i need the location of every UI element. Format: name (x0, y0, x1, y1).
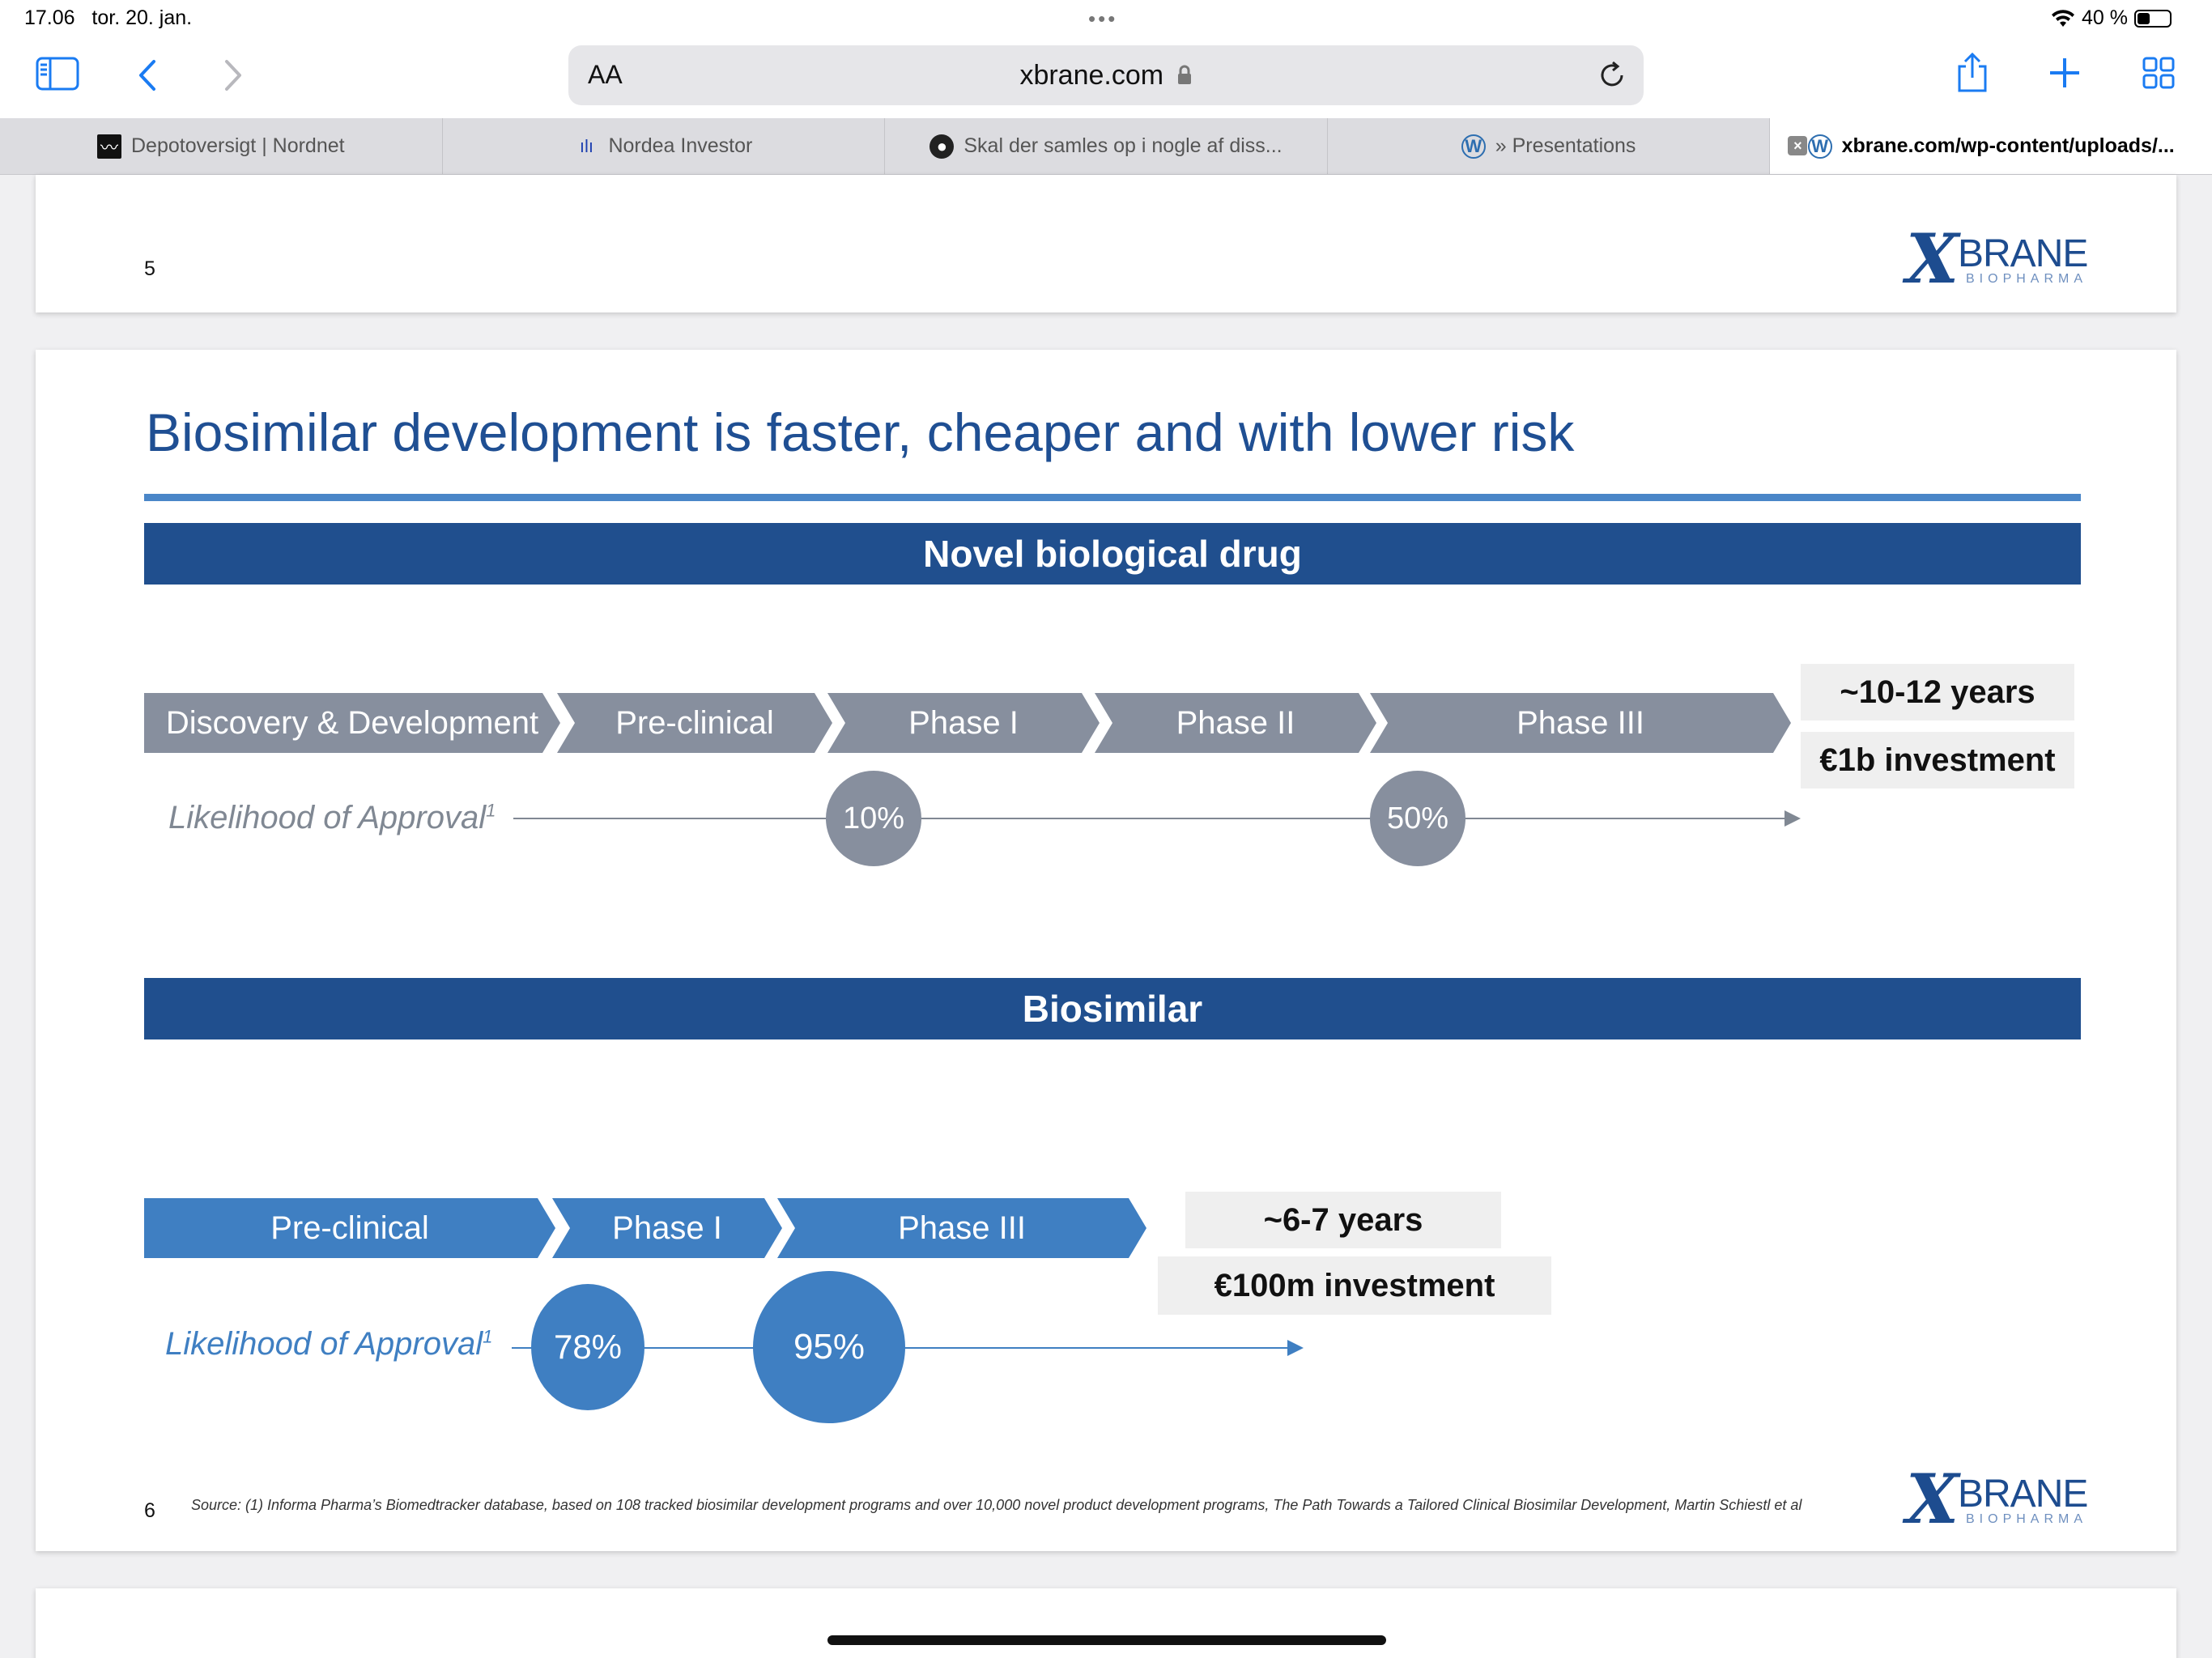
back-icon[interactable] (136, 58, 159, 92)
reload-icon[interactable] (1597, 60, 1627, 91)
biosimilar-stage-phase-1: Phase I (552, 1198, 782, 1258)
clock: 17.06 (24, 6, 75, 29)
slide-title: Biosimilar development is faster, cheape… (146, 402, 1575, 462)
logo-sub: BIOPHARMA (1966, 272, 2088, 286)
battery-fill (2138, 12, 2150, 24)
tab-title: Depotoversigt | Nordnet (131, 134, 345, 157)
slide-main: Biosimilar development is faster, cheape… (36, 350, 2176, 1551)
logo-word: BRANE (1958, 232, 2088, 275)
wordpress-icon: W (1807, 134, 1832, 159)
novel-loa-label: Likelihood of Approval1 (168, 800, 496, 836)
novel-years-box: ~10-12 years (1801, 664, 2074, 721)
globe-icon: ● (929, 134, 955, 159)
biosimilar-marker-78: 78% (531, 1284, 644, 1410)
tab-bar: 〰 Depotoversigt | Nordnet ılı Nordea Inv… (0, 118, 2212, 175)
tab-nordea-investor[interactable]: ılı Nordea Investor (443, 118, 886, 174)
tab-nordnet[interactable]: 〰 Depotoversigt | Nordnet (0, 118, 443, 174)
url-text: xbrane.com (1019, 60, 1164, 91)
biosimilar-banner: Biosimilar (144, 978, 2081, 1039)
novel-banner: Novel biological drug (144, 523, 2081, 585)
biosimilar-marker-95: 95% (753, 1271, 905, 1423)
biosimilar-years-box: ~6-7 years (1185, 1192, 1501, 1248)
biosimilar-stage-phase-3: Phase III (777, 1198, 1146, 1258)
biosimilar-loa-label: Likelihood of Approval1 (165, 1326, 492, 1363)
tab-forum-thread[interactable]: ● Skal der samles op i nogle af diss... (885, 118, 1328, 174)
wordpress-icon: W (1461, 134, 1486, 159)
battery-percent: 40 % (2082, 6, 2128, 29)
novel-investment-box: €1b investment (1801, 732, 2074, 789)
home-indicator[interactable] (827, 1635, 1386, 1645)
novel-stage-phase-2: Phase II (1095, 693, 1376, 753)
status-right: 40 % (2051, 6, 2172, 30)
nordea-icon: ılı (579, 135, 594, 156)
url-field[interactable]: xbrane.com (568, 60, 1644, 91)
novel-stage-phase-1: Phase I (827, 693, 1100, 753)
tab-presentations[interactable]: W » Presentations (1328, 118, 1771, 174)
battery-icon (2134, 9, 2172, 28)
slide-previous: 5 X BRANE BIOPHARMA (36, 175, 2176, 312)
biosimilar-arrowhead (1287, 1340, 1304, 1356)
nordnet-icon: 〰 (97, 134, 121, 159)
novel-loa-line (513, 818, 1786, 819)
slide-next (36, 1588, 2176, 1658)
browser-toolbar: AA xbrane.com (0, 39, 2212, 118)
lock-icon (1177, 65, 1191, 84)
xbrane-logo: X BRANE BIOPHARMA (1906, 1459, 2092, 1539)
logo-x-mark: X (1906, 1459, 1959, 1539)
share-icon[interactable] (1956, 52, 1989, 94)
biosimilar-investment-box: €100m investment (1158, 1256, 1551, 1315)
address-bar[interactable]: AA xbrane.com (568, 45, 1644, 105)
wifi-icon (2052, 9, 2075, 27)
page-number: 6 (144, 1499, 155, 1522)
tab-overview-icon[interactable] (2142, 57, 2175, 89)
date: tor. 20. jan. (91, 6, 193, 29)
sidebar-icon[interactable] (36, 57, 79, 91)
footnote-marker: 1 (486, 800, 496, 821)
source-footnote: Source: (1) Informa Pharma’s Biomedtrack… (191, 1497, 1802, 1513)
tab-title: Skal der samles op i nogle af diss... (963, 134, 1283, 157)
close-tab-icon[interactable]: × (1788, 136, 1808, 155)
novel-marker-10: 10% (826, 771, 921, 866)
page-number: 5 (144, 257, 155, 280)
logo-x-mark: X (1906, 219, 1959, 299)
tab-active-pdf[interactable]: × W xbrane.com/wp-content/uploads/... (1770, 118, 2212, 174)
forward-icon[interactable] (222, 58, 245, 92)
loa-text: Likelihood of Approval (165, 1326, 483, 1362)
new-tab-icon[interactable] (2048, 57, 2081, 89)
novel-stage-preclinical: Pre-clinical (557, 693, 832, 753)
status-bar: 17.06 tor. 20. jan. ••• 40 % (0, 0, 2212, 39)
title-rule (144, 494, 2081, 501)
status-time: 17.06 tor. 20. jan. (24, 6, 192, 30)
logo-sub: BIOPHARMA (1966, 1512, 2088, 1526)
logo-word: BRANE (1958, 1473, 2088, 1516)
novel-marker-50: 50% (1370, 771, 1465, 866)
loa-text: Likelihood of Approval (168, 800, 487, 835)
novel-stage-phase-3: Phase III (1370, 693, 1791, 753)
xbrane-logo: X BRANE BIOPHARMA (1906, 219, 2092, 299)
novel-stage-discovery: Discovery & Development (144, 693, 560, 753)
multitasking-dots-icon[interactable]: ••• (1088, 6, 1117, 32)
biosimilar-stage-preclinical: Pre-clinical (144, 1198, 555, 1258)
novel-arrowhead (1784, 810, 1801, 827)
footnote-marker: 1 (483, 1326, 493, 1347)
tab-title: Nordea Investor (608, 134, 753, 157)
tab-title: » Presentations (1495, 134, 1636, 157)
tab-title: xbrane.com/wp-content/uploads/... (1841, 134, 2175, 157)
